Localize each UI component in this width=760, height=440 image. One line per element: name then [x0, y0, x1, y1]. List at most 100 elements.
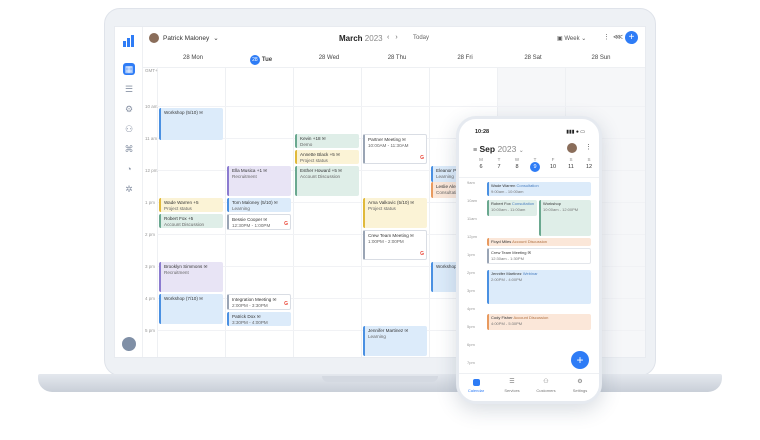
day-headers: 28 Mon 28 Tue 28 Wed 28 Thu 28 Fri 28 Sat…	[143, 51, 645, 67]
day-header-sat[interactable]: 28 Sat	[499, 55, 567, 61]
view-label: Week	[564, 36, 580, 42]
event-card[interactable]: Patrick Dox ✉ 3:30PM - 4:00PM	[227, 312, 291, 326]
chevron-right-icon[interactable]: ›	[395, 34, 403, 41]
weekday-label: F	[551, 157, 555, 162]
event-card[interactable]: Crew Team Meeting ✉ 1:00PM - 2:00PM G	[363, 230, 427, 260]
event-card[interactable]: Esther Howard +5 ✉ Account Discussion	[295, 166, 359, 196]
users-icon[interactable]: ⚇	[123, 123, 135, 135]
menu-icon[interactable]: ≡	[473, 147, 477, 154]
time-label: GMT+	[145, 68, 158, 73]
day-header-thu[interactable]: 28 Thu	[363, 55, 431, 61]
tab-services[interactable]: ☰ Services	[497, 379, 527, 393]
tab-settings[interactable]: ⚙ Settings	[565, 379, 595, 393]
event-card[interactable]: Workshop (5/10) ✉	[159, 108, 223, 140]
analytics-icon[interactable]: ◔	[123, 163, 135, 175]
event-card[interactable]: Jennifer Martinez ✉ Learning	[363, 326, 427, 356]
event-card[interactable]: Robert Fox Consultation 10:00am - 11:00am	[487, 200, 537, 216]
event-card[interactable]: Brooklyn Simmons ✉ Recruitment	[159, 262, 223, 292]
date-cell[interactable]: 12	[583, 164, 595, 170]
event-card[interactable]: Jennifer Martinez Webinar 2:00PM - 4:00PM	[487, 270, 591, 304]
event-card[interactable]: Floyd Miles Account Discussion	[487, 238, 591, 246]
laptop-notch	[322, 376, 438, 382]
weekday-label: S	[569, 157, 573, 162]
event-card[interactable]: Robert Fox +5 Account Discussion	[159, 214, 223, 228]
event-card[interactable]: Workshop 10:00am - 12:00PM	[539, 200, 591, 236]
time-label: 4 pm	[145, 296, 156, 301]
more-vertical-icon[interactable]: ⋮	[603, 33, 610, 41]
share-icon[interactable]: ⋘	[613, 33, 623, 41]
year-label: 2023	[364, 34, 383, 43]
day-header-wed[interactable]: 28 Wed	[295, 55, 363, 61]
services-icon[interactable]: ☰	[123, 83, 135, 95]
status-icons: ▮▮▮ ● ▭	[566, 129, 585, 135]
page-title: March 2023	[339, 34, 383, 43]
event-card[interactable]: Arna Valkovic (5/10) ✉ Project status	[363, 198, 427, 228]
user-name: Patrick Maloney	[163, 34, 210, 42]
today-date-badge: 28	[249, 55, 260, 65]
view-selector[interactable]: ▣ Week ⌄	[557, 35, 586, 42]
time-label: 5 pm	[145, 328, 156, 333]
mobile-month-title[interactable]: ≡ Sep 2023 ⌄	[473, 144, 524, 154]
event-card[interactable]: Wade Warren Consultation 9:00am - 10:00am	[487, 182, 591, 196]
google-icon: G	[420, 251, 424, 257]
tab-customers[interactable]: ⚇ Customers	[531, 379, 561, 393]
week-nav: ‹›	[387, 34, 404, 41]
weekday-label: S	[587, 157, 591, 162]
event-card[interactable]: Cody Fisher Account Discussion 4:00PM - 5…	[487, 314, 591, 330]
chevron-down-icon: ⌄	[518, 148, 524, 154]
weekday-label: T	[497, 157, 501, 162]
avatar[interactable]	[567, 143, 577, 153]
time-label: 11 am	[145, 136, 158, 141]
services-icon: ☰	[509, 379, 515, 385]
tab-calendar[interactable]: Calendar	[461, 379, 491, 393]
chevron-down-icon: ⌄	[213, 35, 219, 42]
user-selector[interactable]: Patrick Maloney ⌄	[149, 33, 219, 43]
user-avatar	[149, 33, 159, 43]
event-card[interactable]: Crew Team Meeting ✉ 12:30am - 1:30PM	[487, 248, 591, 264]
date-cell[interactable]: 6	[475, 164, 487, 170]
event-card[interactable]: Wade Warren +5 Project status	[159, 198, 223, 212]
day-header-tue[interactable]: 28 Tue	[227, 55, 295, 65]
hierarchy-icon[interactable]: ⌘	[123, 143, 135, 155]
calendar-icon	[472, 379, 480, 386]
google-icon: G	[420, 155, 424, 161]
event-card[interactable]: Bessie Cooper ✉ 12:30PM - 1:00PM G	[227, 214, 291, 230]
date-cell[interactable]: 8	[511, 164, 523, 170]
calendar-view-icon: ▣	[557, 36, 563, 42]
google-icon: G	[284, 221, 288, 227]
time-label: 2 pm	[145, 232, 156, 237]
time-label: 1 pm	[145, 200, 156, 205]
day-header-mon[interactable]: 28 Mon	[159, 55, 227, 61]
calendar-icon[interactable]: ▦	[123, 63, 135, 75]
date-cell-selected[interactable]: 9	[530, 162, 540, 172]
event-card[interactable]: Ella Musica +1 ✉ Recruitment	[227, 166, 291, 196]
time-label: 12 pm	[145, 168, 158, 173]
mobile-calendar-app: 10:28 ▮▮▮ ● ▭ ≡ Sep 2023 ⌄ ⋮ M T W T F S…	[456, 116, 602, 404]
day-header-fri[interactable]: 28 Fri	[431, 55, 499, 61]
date-cell[interactable]: 11	[565, 164, 577, 170]
more-vertical-icon[interactable]: ⋮	[585, 143, 592, 151]
date-cell[interactable]: 7	[493, 164, 505, 170]
time-label: 10 am	[145, 104, 158, 109]
cog-icon[interactable]: ✲	[123, 183, 135, 195]
event-card[interactable]: Annette Black +5 ✉ Project status	[295, 150, 359, 164]
chevron-down-icon: ⌄	[581, 36, 587, 42]
bottom-tab-bar: Calendar ☰ Services ⚇ Customers ⚙ Settings	[459, 373, 599, 401]
add-event-button[interactable]: +	[571, 351, 589, 369]
device-mockup: ▦ ☰ ⚙ ⚇ ⌘ ◔ ✲ Patrick Maloney ⌄ March 20…	[0, 0, 760, 440]
mobile-day-view: 9am 10am 11am 12pm 1pm 2pm 3pm 4pm 5pm 6…	[459, 177, 599, 373]
weekday-label: W	[514, 157, 520, 162]
event-card[interactable]: Partner Meeting ✉ 10:00AM - 11:30AM G	[363, 134, 427, 164]
event-card[interactable]: Workshop (7/10) ✉	[159, 294, 223, 324]
avatar[interactable]	[122, 337, 136, 351]
event-card[interactable]: Kevin +18 ✉ Demo	[295, 134, 359, 148]
weekday-label: M	[479, 157, 483, 162]
event-card[interactable]: Integration Meeting ✉ 2:00PM - 3:30PM G	[227, 294, 291, 310]
settings-gear-icon[interactable]: ⚙	[123, 103, 135, 115]
event-card[interactable]: Tom Maloney (5/10) ✉ Learning	[227, 198, 291, 212]
users-icon: ⚇	[543, 379, 549, 385]
day-header-sun[interactable]: 28 Sun	[567, 55, 635, 61]
today-button[interactable]: Today	[413, 35, 429, 41]
add-event-button[interactable]: +	[625, 31, 638, 44]
date-cell[interactable]: 10	[547, 164, 559, 170]
